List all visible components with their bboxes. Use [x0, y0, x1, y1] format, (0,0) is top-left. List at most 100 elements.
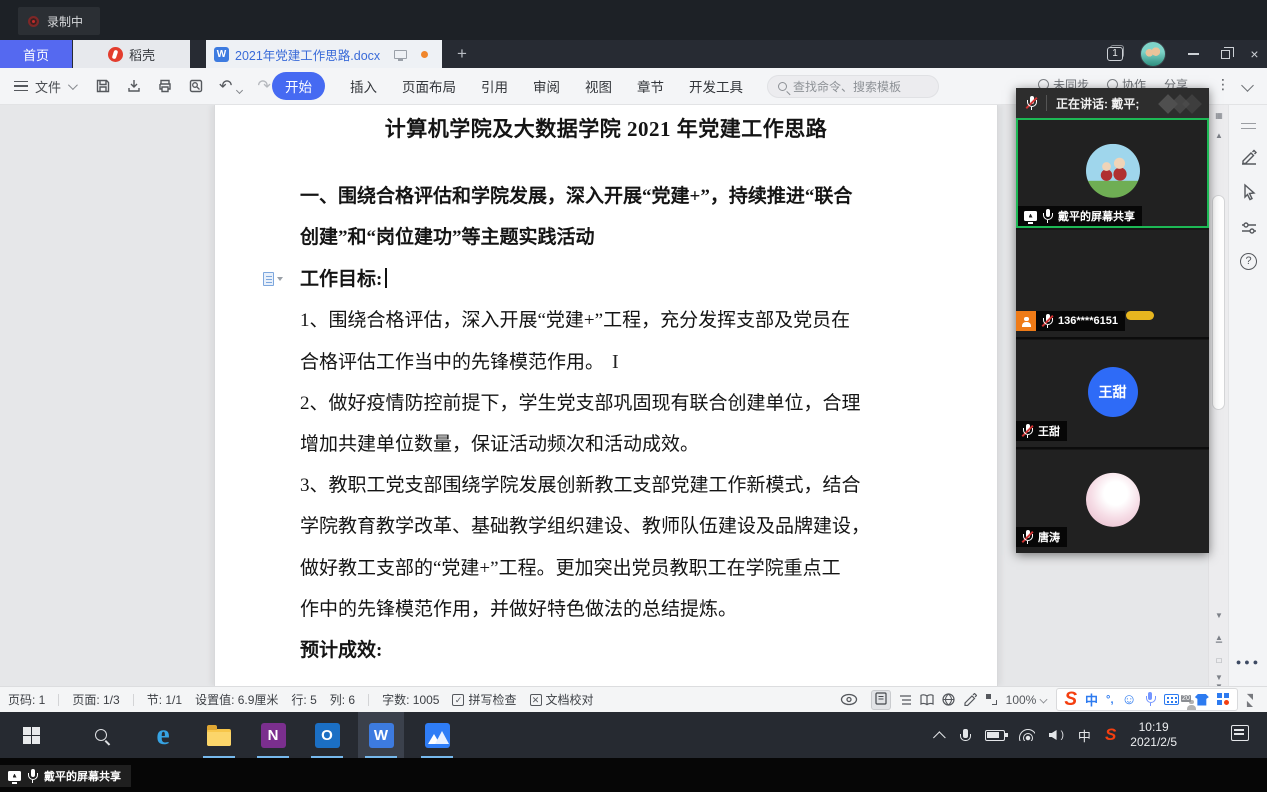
status-setting[interactable]: 设置值: 6.9厘米	[195, 691, 278, 708]
status-page-code[interactable]: 页码: 1	[8, 691, 45, 708]
doc-line: 做好教工支部的“党建+”工程。更加突出党员教职工在学院重点工	[300, 554, 841, 584]
account-avatar[interactable]	[1136, 40, 1170, 68]
settings-sliders-button[interactable]	[1229, 219, 1267, 237]
page-view-button[interactable]	[871, 690, 891, 710]
recording-indicator[interactable]: 录制中	[18, 7, 100, 35]
menu-dev-tools[interactable]: 开发工具	[689, 76, 743, 96]
eye-protect-icon[interactable]	[840, 693, 858, 706]
redo-icon[interactable]: ↷	[257, 76, 270, 96]
meeting-panel[interactable]: 正在讲话: 戴平; 戴平的屏幕共享 136****6151 王甜 王甜 唐涛	[1016, 88, 1209, 553]
check-icon: ✓	[452, 694, 464, 706]
tray-sogou-icon[interactable]: S	[1105, 725, 1116, 745]
menu-home[interactable]: 开始	[272, 72, 325, 100]
tray-expand-icon[interactable]	[933, 731, 946, 744]
tray-ime-indicator[interactable]: 中	[1078, 726, 1091, 745]
vertical-scrollbar[interactable]: ▦ ▲ ▼ ▲▔ □ ▼▼	[1208, 105, 1228, 686]
ime-toolbox-icon[interactable]	[1217, 693, 1230, 706]
file-menu[interactable]: 文件	[14, 68, 75, 104]
participant-avatar	[1086, 144, 1140, 198]
drag-handle[interactable]	[1229, 123, 1267, 129]
ime-expand-icon[interactable]: ◥◣	[1247, 693, 1253, 707]
meeting-header[interactable]: 正在讲话: 戴平;	[1016, 88, 1209, 118]
participant-tile-daiping[interactable]: 戴平的屏幕共享	[1016, 118, 1209, 228]
participant-label: 136****6151	[1036, 311, 1125, 331]
taskbar-outlook[interactable]: O	[304, 712, 350, 758]
tab-list-button[interactable]: 1	[1100, 40, 1130, 68]
menu-page-layout[interactable]: 页面布局	[402, 76, 456, 96]
ink-pen-button[interactable]	[1229, 147, 1267, 167]
read-view-icon[interactable]	[920, 694, 934, 706]
menu-insert[interactable]: 插入	[350, 76, 377, 96]
menu-section[interactable]: 章节	[637, 76, 664, 96]
ribbon-more-button[interactable]: ⋮	[1216, 76, 1230, 93]
select-tool-button[interactable]	[1229, 183, 1267, 201]
ime-keyboard-icon[interactable]	[1164, 694, 1179, 705]
print-icon[interactable]	[157, 78, 173, 94]
wifi-icon[interactable]	[1019, 729, 1035, 741]
fit-page-icon[interactable]	[986, 694, 997, 705]
restore-button[interactable]	[1210, 40, 1240, 68]
ime-punctuation[interactable]: °,	[1106, 694, 1113, 706]
ribbon-collapse-icon[interactable]	[1241, 79, 1254, 92]
print-preview-icon[interactable]	[188, 78, 204, 94]
command-search-input[interactable]: 查找命令、搜索模板	[767, 75, 939, 98]
status-page[interactable]: 页面: 1/3	[72, 691, 119, 708]
action-center-icon[interactable]	[1231, 725, 1249, 741]
document-page[interactable]: 计算机学院及大数据学院 2021 年党建工作思路 一、围绕合格评估和学院发展，深…	[215, 105, 997, 686]
tab-docer[interactable]: 稻壳	[73, 40, 190, 68]
taskbar-meeting-app[interactable]	[414, 712, 460, 758]
taskbar-clock[interactable]: 10:19 2021/2/5	[1130, 720, 1177, 750]
doc-line: 学院教育教学改革、基础教学组织建设、教师队伍建设及品牌建设，	[300, 512, 870, 542]
more-tools-button[interactable]: ●●●	[1229, 657, 1267, 667]
spell-check-toggle[interactable]: ✓ 拼写检查	[452, 691, 516, 708]
battery-icon[interactable]	[985, 730, 1005, 741]
new-tab-button[interactable]: +	[448, 40, 476, 68]
zoom-control[interactable]: 100%	[1006, 693, 1048, 707]
web-view-icon[interactable]	[942, 693, 955, 706]
scrollbar-thumb[interactable]	[1212, 195, 1225, 410]
tab-home[interactable]: 首页	[0, 40, 72, 68]
output-icon[interactable]	[126, 78, 142, 94]
doc-proof-toggle[interactable]: ✕ 文档校对	[530, 691, 594, 708]
undo-icon[interactable]: ↶	[219, 76, 232, 96]
outline-view-icon[interactable]	[899, 694, 912, 706]
previous-page-icon[interactable]: ▲▔	[1209, 633, 1229, 651]
ime-cn-mode[interactable]: 中	[1085, 690, 1098, 709]
menu-reference[interactable]: 引用	[481, 76, 508, 96]
taskbar-onenote[interactable]: N	[250, 712, 296, 758]
minimize-button[interactable]	[1178, 40, 1208, 68]
write-mode-icon[interactable]	[963, 693, 977, 706]
speaker-icon[interactable]	[1049, 730, 1057, 740]
ime-emoji-button[interactable]: ☺	[1122, 691, 1137, 708]
taskbar-file-explorer[interactable]	[196, 712, 242, 758]
ime-voice-icon[interactable]	[1145, 692, 1156, 707]
tray-mic-icon[interactable]	[960, 729, 971, 741]
paragraph-options[interactable]	[263, 271, 289, 287]
doc-line: 预计成效:	[300, 636, 382, 666]
participant-tile-wangtian[interactable]: 王甜 王甜	[1016, 340, 1209, 449]
screen-share-banner[interactable]: 戴平的屏幕共享	[0, 765, 131, 787]
status-column[interactable]: 列: 6	[330, 691, 355, 708]
start-button[interactable]	[8, 712, 54, 758]
taskbar-search-button[interactable]	[78, 712, 124, 758]
undo-dropdown-icon[interactable]	[236, 86, 243, 93]
status-section[interactable]: 节: 1/1	[147, 691, 182, 708]
taskbar-edge[interactable]: e	[140, 712, 186, 758]
ime-shirt-icon[interactable]	[1195, 694, 1209, 706]
ruler-toggle-icon[interactable]: ▦	[1209, 111, 1229, 120]
save-icon[interactable]	[95, 78, 111, 94]
scroll-up-icon[interactable]: ▲	[1209, 131, 1229, 140]
close-button[interactable]: ×	[1242, 40, 1267, 68]
status-word-count[interactable]: 字数: 1005	[382, 691, 439, 708]
menu-view[interactable]: 视图	[585, 76, 612, 96]
participant-tile-tangtao[interactable]: 唐涛	[1016, 450, 1209, 553]
help-button[interactable]: ?	[1229, 253, 1267, 270]
sogou-logo-icon[interactable]: S	[1064, 690, 1077, 710]
status-line[interactable]: 行: 5	[291, 691, 316, 708]
taskbar-wps[interactable]: W	[358, 712, 404, 758]
participant-tile-guest[interactable]: 136****6151	[1016, 230, 1209, 339]
scroll-down-icon[interactable]: ▼	[1209, 611, 1229, 620]
tab-document[interactable]: W 2021年党建工作思路.docx	[206, 40, 442, 68]
menu-review[interactable]: 审阅	[533, 76, 560, 96]
select-browse-object-icon[interactable]: □	[1209, 656, 1229, 665]
